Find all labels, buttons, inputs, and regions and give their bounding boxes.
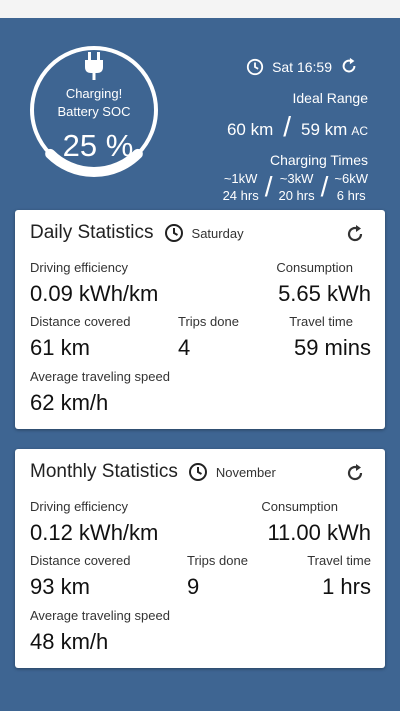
consumption-label: Consumption [261, 499, 338, 514]
travel-time-label: Travel time [289, 314, 353, 329]
daily-statistics-card: Daily Statistics Saturday Driving effici… [15, 210, 385, 429]
header: Charging! Battery SOC 25 % Sat 16:59 Ide… [0, 18, 400, 210]
refresh-icon[interactable] [345, 463, 365, 483]
consumption-value: 11.00 kWh [267, 520, 371, 545]
charging-power: ~3kW [279, 171, 314, 186]
clock-icon[interactable] [188, 462, 208, 482]
consumption-label: Consumption [276, 260, 353, 275]
travel-time-value: 59 mins [293, 335, 371, 360]
plug-icon [85, 52, 103, 80]
consumption-value: 5.65 kWh [278, 281, 371, 306]
range-secondary: 59 km [301, 120, 348, 139]
trips-label: Trips done [187, 553, 248, 568]
battery-soc-label: Battery SOC [57, 104, 131, 119]
charging-power: ~6kW [334, 171, 368, 186]
travel-time-value: 1 hrs [322, 574, 371, 599]
daily-period: Saturday [191, 225, 244, 241]
range-separator: / [283, 111, 292, 142]
monthly-card-header: Monthly Statistics November [30, 461, 276, 483]
driving-efficiency-value: 0.09 kWh/km [30, 281, 159, 306]
clock-icon[interactable] [164, 223, 184, 243]
clock-time: Sat 16:59 [272, 59, 332, 75]
monthly-period: November [215, 464, 276, 480]
charging-time-6kw: ~6kW 6 hrs [334, 170, 368, 204]
charging-power: ~1kW [223, 171, 258, 186]
trips-label: Trips done [178, 314, 239, 329]
charging-duration: 20 hrs [278, 188, 315, 203]
daily-card-header: Daily Statistics Saturday [30, 222, 244, 244]
charging-time-3kw: ~3kW 20 hrs [278, 170, 314, 204]
travel-time-label: Travel time [307, 553, 371, 568]
ideal-range-title: Ideal Range [292, 90, 368, 106]
driving-efficiency-label: Driving efficiency [30, 260, 129, 275]
distance-value: 61 km [30, 335, 90, 360]
avg-speed-label: Average traveling speed [30, 608, 170, 623]
charging-separator: / [320, 171, 329, 202]
charging-duration: 24 hrs [222, 188, 259, 203]
battery-gauge: Charging! Battery SOC 25 % [24, 40, 164, 210]
ideal-range-values: 60 km / 59 km AC [226, 111, 368, 142]
charging-times-title: Charging Times [269, 152, 368, 168]
distance-label: Distance covered [30, 314, 131, 329]
monthly-statistics-card: Monthly Statistics November Driving effi… [15, 449, 385, 668]
status-bar [0, 0, 400, 18]
refresh-icon[interactable] [340, 57, 358, 75]
avg-speed-value: 48 km/h [30, 629, 109, 654]
refresh-icon[interactable] [345, 224, 365, 244]
charging-time-1kw: ~1kW 24 hrs [223, 170, 259, 204]
clock-icon [246, 58, 264, 76]
trips-value: 4 [178, 335, 191, 360]
range-secondary-unit: AC [351, 124, 368, 138]
avg-speed-value: 62 km/h [30, 390, 109, 415]
clock-row: Sat 16:59 [246, 58, 332, 76]
charging-times: ~1kW 24 hrs / ~3kW 20 hrs / ~6kW 6 hrs [223, 170, 368, 204]
battery-soc-value: 25 % [62, 128, 134, 163]
distance-label: Distance covered [30, 553, 131, 568]
avg-speed-label: Average traveling speed [30, 369, 170, 384]
daily-title: Daily Statistics [30, 222, 154, 243]
monthly-title: Monthly Statistics [30, 461, 178, 482]
driving-efficiency-label: Driving efficiency [30, 499, 129, 514]
charging-status: Charging! [65, 86, 123, 101]
charging-duration: 6 hrs [336, 188, 366, 203]
trips-value: 9 [187, 574, 200, 599]
distance-value: 93 km [30, 574, 90, 599]
charging-separator: / [264, 171, 273, 202]
driving-efficiency-value: 0.12 kWh/km [30, 520, 159, 545]
range-primary: 60 km [226, 120, 274, 139]
